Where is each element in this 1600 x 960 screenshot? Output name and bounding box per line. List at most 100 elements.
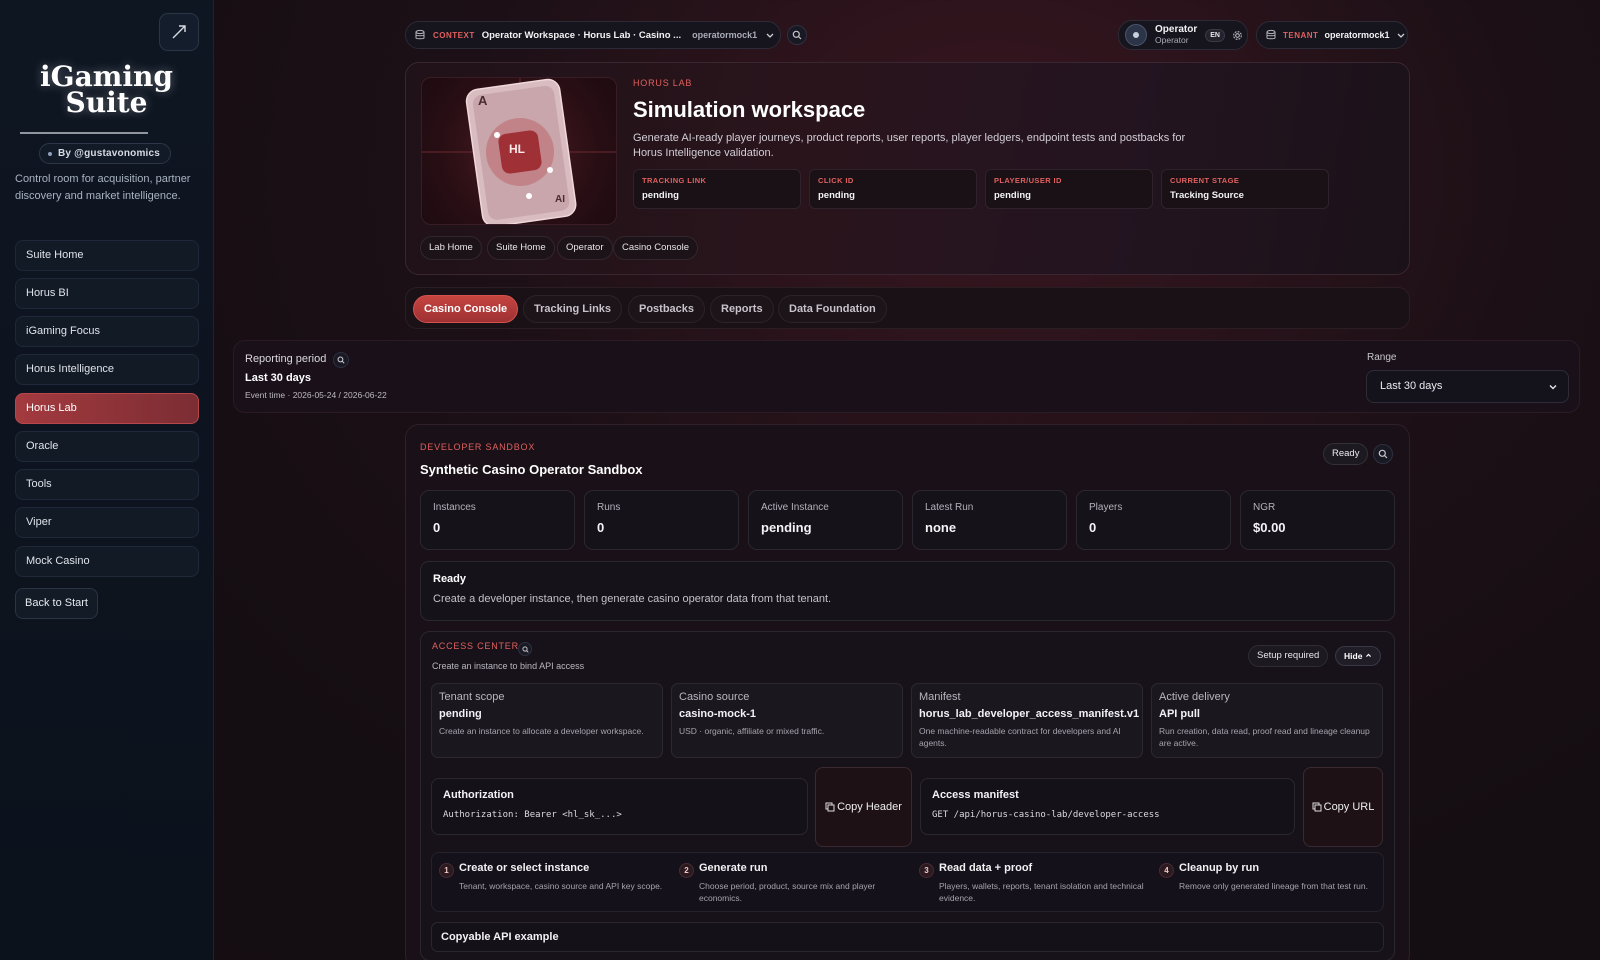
metric-value: pending	[761, 520, 812, 535]
step-cleanup: 4 Cleanup by run Remove only generated l…	[1159, 862, 1384, 892]
access-card-value: casino-mock-1	[679, 708, 757, 720]
ready-notice: Ready Create a developer instance, then …	[420, 561, 1395, 621]
access-card-value: horus_lab_developer_access_manifest.v1	[919, 708, 1140, 720]
avatar	[1125, 24, 1147, 46]
ready-text: Create a developer instance, then genera…	[433, 593, 832, 605]
copy-url-label: Copy URL	[1323, 801, 1375, 813]
sidebar-item-horus-bi[interactable]: Horus BI	[15, 278, 199, 309]
metric-instances: Instances 0	[420, 490, 575, 550]
metric-ngr: NGR $0.00	[1240, 490, 1395, 550]
authorization-code[interactable]: Authorization: Bearer <hl_sk_...>	[443, 810, 796, 820]
sidebar-item-viper[interactable]: Viper	[15, 507, 199, 538]
metric-label: Runs	[597, 502, 621, 513]
gear-icon[interactable]	[1232, 30, 1243, 41]
tab-reports[interactable]: Reports	[710, 295, 774, 323]
range-select[interactable]: Last 30 days	[1366, 370, 1569, 403]
card-letter-top: A	[478, 93, 488, 108]
stat-tracking-link: TRACKING LINK pending	[633, 169, 801, 209]
hide-toggle-button[interactable]: Hide	[1335, 646, 1381, 666]
sidebar-item-mock-casino[interactable]: Mock Casino	[15, 546, 199, 577]
range-value: Last 30 days	[1380, 380, 1443, 392]
user-menu[interactable]: Operator Operator EN	[1118, 20, 1248, 50]
tenant-selector[interactable]: TENANT operatormock1	[1256, 21, 1408, 49]
step-create-instance: 1 Create or select instance Tenant, work…	[439, 862, 664, 892]
access-manifest-title: Access manifest	[932, 789, 1019, 801]
step-desc: Players, wallets, reports, tenant isolat…	[939, 881, 1144, 903]
metric-value: 0	[597, 520, 605, 535]
chevron-down-icon	[1398, 33, 1405, 38]
metric-label: NGR	[1253, 502, 1276, 513]
access-search-button[interactable]	[518, 642, 532, 656]
user-name: Operator	[1155, 24, 1198, 35]
chip-casino-console[interactable]: Casino Console	[613, 236, 699, 260]
access-card-desc: USD · organic, affiliate or mixed traffi…	[679, 726, 825, 736]
chip-operator[interactable]: Operator	[557, 236, 613, 260]
logo-line-2: Suite	[65, 86, 148, 119]
sidebar-item-suite-home[interactable]: Suite Home	[15, 240, 199, 271]
tenant-label: TENANT	[1283, 30, 1319, 40]
page-title: Simulation workspace	[633, 97, 866, 122]
search-icon	[792, 30, 802, 40]
sidebar-item-oracle[interactable]: Oracle	[15, 431, 199, 462]
tab-casino-console[interactable]: Casino Console	[413, 295, 519, 323]
hero-panel: A HL AI HORUS LAB Simulation workspace G…	[405, 62, 1410, 275]
metric-label: Active Instance	[761, 502, 829, 513]
metric-players: Players 0	[1076, 490, 1231, 550]
hide-label: Hide	[1344, 651, 1363, 661]
access-card-value: pending	[439, 708, 482, 720]
metric-value: none	[925, 520, 957, 535]
back-to-start-button[interactable]: Back to Start	[15, 588, 98, 619]
sidebar-item-tools[interactable]: Tools	[15, 469, 199, 500]
authorization-box: Authorization Authorization: Bearer <hl_…	[431, 778, 808, 835]
access-card-label: Tenant scope	[439, 691, 505, 703]
step-title: Generate run	[699, 862, 768, 874]
stat-label: PLAYER/USER ID	[994, 176, 1062, 185]
chevron-down-icon	[766, 33, 774, 38]
copy-url-button[interactable]: Copy URL	[1303, 767, 1383, 847]
copy-header-button[interactable]: Copy Header	[815, 767, 912, 847]
search-icon	[337, 356, 345, 364]
database-icon	[1266, 29, 1276, 40]
copy-header-label: Copy Header	[837, 801, 902, 813]
hero-description: Generate AI-ready player journeys, produ…	[633, 132, 1186, 159]
tab-tracking-links[interactable]: Tracking Links	[523, 295, 623, 323]
metric-active-instance: Active Instance pending	[748, 490, 903, 550]
step-generate-run: 2 Generate run Choose period, product, s…	[679, 862, 904, 904]
access-manifest-code[interactable]: GET /api/horus-casino-lab/developer-acce…	[932, 810, 1283, 820]
reporting-period-label: Reporting period	[245, 353, 327, 365]
period-search-button[interactable]	[333, 352, 349, 368]
sandbox-title: Synthetic Casino Operator Sandbox	[420, 462, 643, 477]
stat-value: Tracking Source	[1170, 190, 1244, 201]
sidebar-item-igaming-focus[interactable]: iGaming Focus	[15, 316, 199, 347]
database-icon	[415, 29, 425, 40]
language-badge[interactable]: EN	[1205, 28, 1225, 42]
close-sidebar-button[interactable]	[159, 13, 199, 51]
tab-data-foundation[interactable]: Data Foundation	[778, 295, 887, 323]
sidebar: iGaming Suite By @gustavonomics Control …	[0, 0, 214, 960]
step-number: 4	[1159, 863, 1174, 878]
access-card-desc: Run creation, data read, proof read and …	[1159, 726, 1370, 748]
metric-runs: Runs 0	[584, 490, 739, 550]
chip-suite-home[interactable]: Suite Home	[487, 236, 555, 260]
stat-click-id: CLICK ID pending	[809, 169, 977, 209]
chip-lab-home[interactable]: Lab Home	[420, 236, 482, 260]
step-desc: Choose period, product, source mix and p…	[699, 881, 876, 903]
chevron-down-icon	[1549, 385, 1557, 390]
api-example-header[interactable]: Copyable API example	[431, 922, 1384, 952]
context-selector[interactable]: CONTEXT Operator Workspace · Horus Lab ·…	[405, 21, 781, 49]
access-card-desc: Create an instance to allocate a develop…	[439, 726, 644, 736]
access-card-label: Manifest	[919, 691, 961, 703]
byline-badge[interactable]: By @gustavonomics	[39, 143, 172, 164]
metric-latest-run: Latest Run none	[912, 490, 1067, 550]
context-value: Operator Workspace · Horus Lab · Casino …	[481, 29, 682, 41]
sidebar-item-horus-intelligence[interactable]: Horus Intelligence	[15, 354, 199, 385]
sidebar-item-horus-lab[interactable]: Horus Lab	[15, 393, 199, 424]
context-search-button[interactable]	[787, 25, 807, 45]
stat-player-user-id: PLAYER/USER ID pending	[985, 169, 1153, 209]
hero-eyebrow: HORUS LAB	[633, 78, 693, 88]
sandbox-search-button[interactable]	[1373, 444, 1393, 464]
authorization-title: Authorization	[443, 789, 514, 801]
search-icon	[1378, 449, 1388, 459]
tab-postbacks[interactable]: Postbacks	[628, 295, 706, 323]
search-icon	[521, 645, 529, 653]
